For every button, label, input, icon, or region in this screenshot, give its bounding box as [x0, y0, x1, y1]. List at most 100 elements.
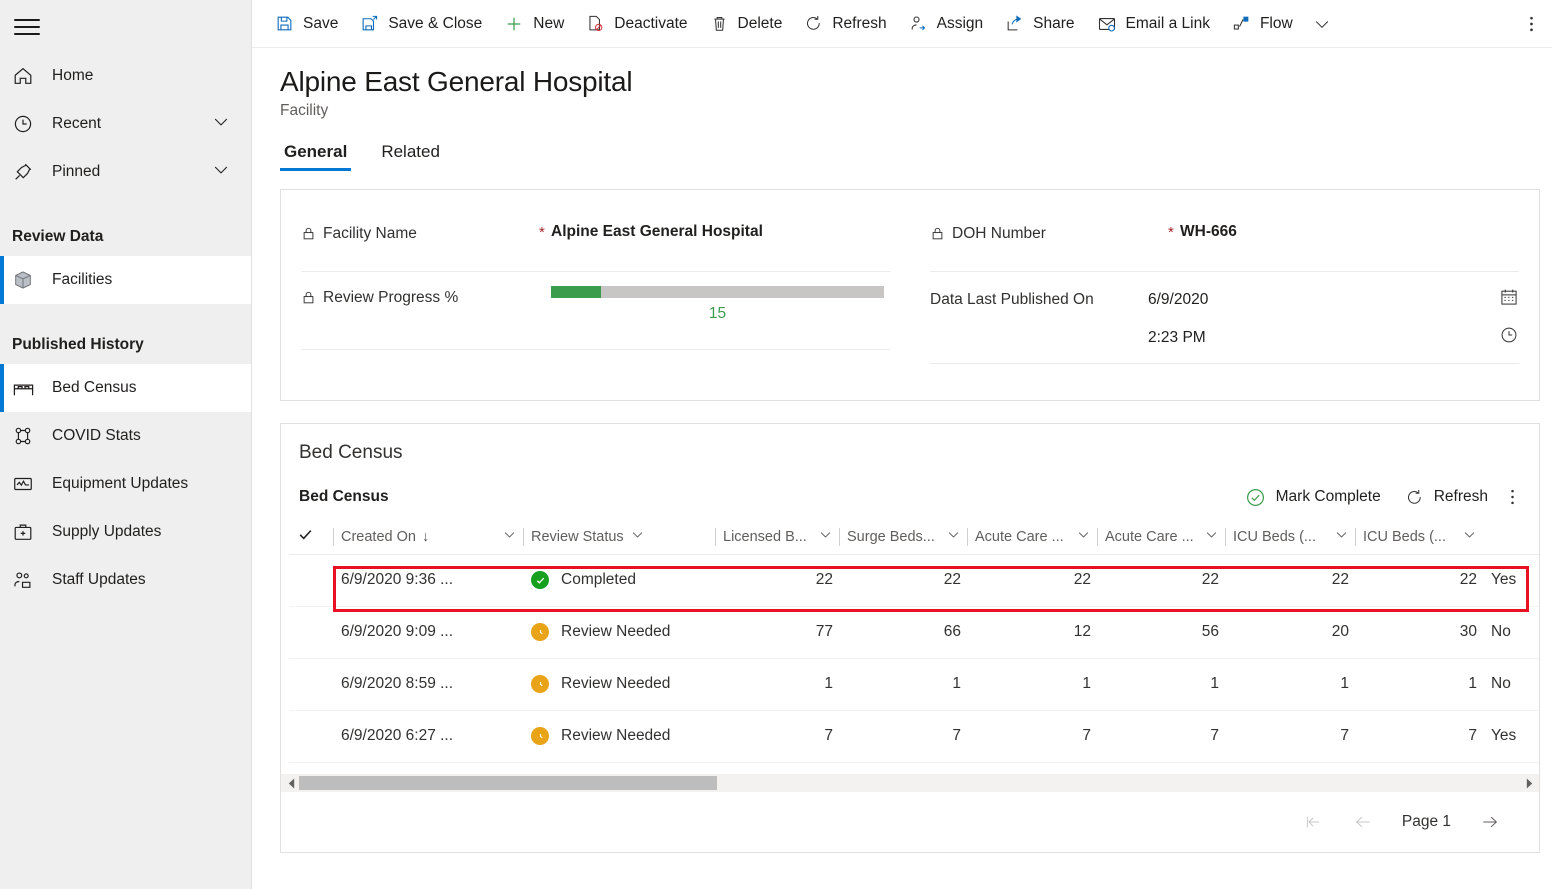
sidebar-item-covid-stats[interactable]: COVID Stats [0, 412, 251, 460]
column-header-icu-beds-2[interactable]: ICU Beds (... [1355, 520, 1483, 554]
cell-acute-care-2: 22 [1097, 554, 1225, 606]
required-marker: * [539, 224, 545, 241]
status-label: Review Needed [561, 727, 670, 745]
first-page-icon[interactable] [1288, 802, 1338, 842]
chevron-down-icon[interactable] [502, 527, 517, 546]
page-title: Alpine East General Hospital [280, 66, 1552, 98]
main-content: Save Save & Close New [252, 0, 1552, 889]
sidebar-item-home[interactable]: Home [0, 52, 251, 100]
hamburger-icon[interactable] [10, 13, 44, 41]
scroll-right-icon[interactable] [1521, 778, 1537, 789]
share-button[interactable]: Share [994, 0, 1085, 48]
column-header-surge-beds[interactable]: Surge Beds... [839, 520, 967, 554]
flow-chevron-down-icon[interactable] [1304, 0, 1340, 48]
chevron-down-icon[interactable] [946, 527, 961, 546]
chevron-down-icon[interactable] [818, 527, 833, 546]
select-all-checkmark-icon[interactable] [289, 520, 333, 554]
sidebar-item-pinned[interactable]: Pinned [0, 148, 251, 196]
sidebar-item-staff-updates[interactable]: Staff Updates [0, 556, 251, 604]
row-select-cell[interactable] [289, 710, 333, 762]
chevron-down-icon[interactable] [630, 527, 645, 546]
delete-button[interactable]: Delete [699, 0, 794, 48]
table-header-row: Created On ↓ Review Status [289, 520, 1540, 554]
command-label: Deactivate [614, 15, 687, 33]
sidebar-item-recent[interactable]: Recent [0, 100, 251, 148]
sidebar-item-equipment-updates[interactable]: Equipment Updates [0, 460, 251, 508]
subgrid-refresh-button[interactable]: Refresh [1393, 478, 1500, 516]
command-label: Email a Link [1126, 15, 1210, 33]
scrollbar-track[interactable] [299, 776, 1521, 790]
cell-acute-care-2: 56 [1097, 606, 1225, 658]
mark-complete-button[interactable]: Mark Complete [1233, 478, 1393, 516]
cell-review-status: Completed [523, 554, 715, 606]
row-select-cell[interactable] [289, 658, 333, 710]
chevron-down-icon[interactable] [1204, 527, 1219, 546]
refresh-button[interactable]: Refresh [793, 0, 897, 48]
clock-icon[interactable] [1499, 325, 1519, 350]
chevron-down-icon[interactable] [1076, 527, 1091, 546]
chevron-down-icon[interactable] [1462, 527, 1477, 546]
save-and-close-button[interactable]: Save & Close [349, 0, 493, 48]
column-header-licensed-beds[interactable]: Licensed B... [715, 520, 839, 554]
chevron-down-icon[interactable] [211, 112, 231, 137]
subgrid-name: Bed Census [299, 488, 389, 506]
column-header-review-status[interactable]: Review Status [523, 520, 715, 554]
form-column-left: Facility Name * Alpine East General Hosp… [281, 190, 910, 350]
sidebar-item-bed-census[interactable]: Bed Census [0, 364, 251, 412]
progress-value: 15 [551, 305, 884, 323]
cell-licensed-beds: 22 [715, 554, 839, 606]
virus-icon [12, 425, 46, 447]
email-icon [1097, 14, 1117, 34]
next-page-icon[interactable] [1465, 802, 1515, 842]
sidebar-item-facilities[interactable]: Facilities [0, 256, 251, 304]
column-header-created-on[interactable]: Created On ↓ [333, 520, 523, 554]
data-last-published-label: Data Last Published On [930, 286, 1148, 313]
cell-licensed-beds: 7 [715, 710, 839, 762]
cell-icu-beds-1: 7 [1225, 710, 1355, 762]
row-select-cell[interactable] [289, 606, 333, 658]
deactivate-button[interactable]: Deactivate [575, 0, 698, 48]
bed-census-table: Created On ↓ Review Status [289, 520, 1540, 763]
chevron-down-icon[interactable] [1334, 527, 1349, 546]
tab-related[interactable]: Related [377, 142, 444, 171]
table-row[interactable]: 6/9/2020 8:59 ... Review Needed 1 1 1 [289, 658, 1540, 710]
save-button[interactable]: Save [264, 0, 349, 48]
row-select-cell[interactable] [289, 554, 333, 606]
email-a-link-button[interactable]: Email a Link [1086, 0, 1221, 48]
lock-icon [930, 226, 945, 241]
sidebar-item-label: COVID Stats [52, 427, 141, 445]
subgrid-more-vertical-icon[interactable] [1500, 478, 1525, 516]
sidebar-item-supply-updates[interactable]: Supply Updates [0, 508, 251, 556]
scrollbar-thumb[interactable] [299, 776, 717, 790]
new-button[interactable]: New [493, 0, 575, 48]
flow-button[interactable]: Flow [1221, 0, 1304, 48]
calendar-icon[interactable] [1499, 287, 1519, 312]
people-icon [12, 569, 46, 591]
scroll-left-icon[interactable] [283, 778, 299, 789]
field-label: Facility Name [323, 222, 417, 245]
cell-review-status: Review Needed [523, 710, 715, 762]
field-label: Review Progress % [323, 286, 458, 309]
table-row[interactable]: 6/9/2020 6:27 ... Review Needed 7 7 7 [289, 710, 1540, 762]
cell-icu-beds-2: 22 [1355, 554, 1483, 606]
sidebar-item-label: Bed Census [52, 379, 136, 397]
table-row[interactable]: 6/9/2020 9:36 ... Completed 22 22 22 [289, 554, 1540, 606]
column-header-acute-care-1[interactable]: Acute Care ... [967, 520, 1097, 554]
date-time-values: 6/9/2020 2:23 PM [1148, 286, 1519, 350]
column-header-icu-beds-1[interactable]: ICU Beds (... [1225, 520, 1355, 554]
hamburger-bar [14, 26, 40, 28]
chevron-down-icon[interactable] [211, 160, 231, 185]
previous-page-icon[interactable] [1338, 802, 1388, 842]
action-label: Refresh [1434, 488, 1488, 506]
cell-created-on: 6/9/2020 9:09 ... [333, 606, 523, 658]
published-date-value: 6/9/2020 [1148, 291, 1208, 309]
cube-icon [12, 269, 46, 291]
command-bar-more-vertical-icon[interactable] [1519, 0, 1544, 48]
tab-general[interactable]: General [280, 142, 351, 171]
table-row[interactable]: 6/9/2020 9:09 ... Review Needed 77 66 1 [289, 606, 1540, 658]
cell-icu-beds-1: 20 [1225, 606, 1355, 658]
command-label: Save & Close [388, 15, 482, 33]
assign-button[interactable]: Assign [898, 0, 995, 48]
grid-horizontal-scrollbar[interactable] [281, 774, 1539, 792]
column-header-acute-care-2[interactable]: Acute Care ... [1097, 520, 1225, 554]
